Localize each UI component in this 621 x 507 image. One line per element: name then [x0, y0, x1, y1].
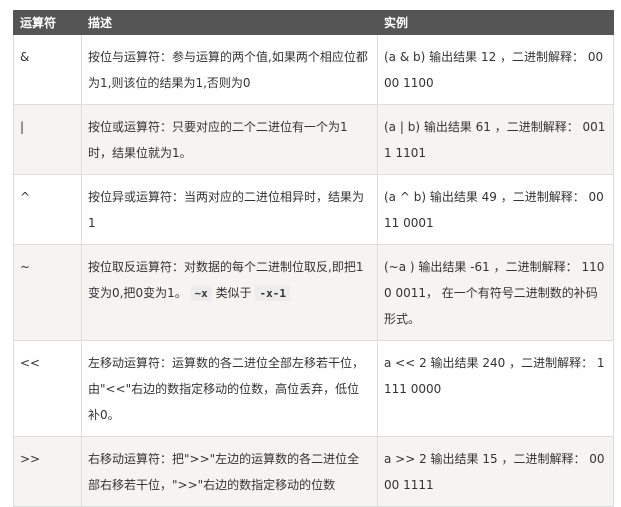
header-operator: 运算符 — [13, 10, 82, 35]
operator-cell: >> — [13, 436, 82, 507]
description-cell: 按位取反运算符：对数据的每个二进制位取反,即把1变为0,把0变为1。 ~x 类似… — [81, 244, 378, 341]
table-row: >> 右移动运算符：把">>"左边的运算数的各二进位全部右移若干位，">>"右边… — [13, 436, 614, 507]
table-header-row: 运算符 描述 实例 — [13, 10, 614, 35]
operator-cell: & — [13, 34, 82, 105]
bitwise-operators-table: 运算符 描述 实例 & 按位与运算符：参与运算的两个值,如果两个相应位都为1,则… — [13, 10, 614, 507]
example-cell: a >> 2 输出结果 15 ，二进制解释： 0000 1111 — [377, 436, 614, 507]
description-cell: 左移动运算符：运算数的各二进位全部左移若干位，由"<<"右边的数指定移动的位数，… — [81, 340, 378, 437]
description-text: 类似于 — [215, 286, 252, 300]
example-cell: (a & b) 输出结果 12 ，二进制解释： 0000 1100 — [377, 34, 614, 105]
operator-cell: ~ — [13, 244, 82, 341]
example-cell: (a ^ b) 输出结果 49 ，二进制解释： 0011 0001 — [377, 174, 614, 245]
operators-table-container: 运算符 描述 实例 & 按位与运算符：参与运算的两个值,如果两个相应位都为1,则… — [13, 10, 614, 507]
header-example: 实例 — [377, 10, 614, 35]
inline-code: -x-1 — [255, 286, 290, 301]
inline-code: ~x — [190, 286, 212, 301]
table-row: & 按位与运算符：参与运算的两个值,如果两个相应位都为1,则该位的结果为1,否则… — [13, 34, 614, 105]
table-row: << 左移动运算符：运算数的各二进位全部左移若干位，由"<<"右边的数指定移动的… — [13, 340, 614, 437]
table-row: | 按位或运算符：只要对应的二个二进位有一个为1时，结果位就为1。 (a | b… — [13, 104, 614, 175]
table-row: ^ 按位异或运算符：当两对应的二进位相异时，结果为1 (a ^ b) 输出结果 … — [13, 174, 614, 245]
example-cell: (a | b) 输出结果 61 ，二进制解释： 0011 1101 — [377, 104, 614, 175]
table-row: ~ 按位取反运算符：对数据的每个二进制位取反,即把1变为0,把0变为1。 ~x … — [13, 244, 614, 341]
example-cell: a << 2 输出结果 240 ，二进制解释： 1111 0000 — [377, 340, 614, 437]
description-cell: 按位或运算符：只要对应的二个二进位有一个为1时，结果位就为1。 — [81, 104, 378, 175]
operator-cell: << — [13, 340, 82, 437]
operator-cell: ^ — [13, 174, 82, 245]
description-cell: 按位异或运算符：当两对应的二进位相异时，结果为1 — [81, 174, 378, 245]
example-cell: (~a ) 输出结果 -61 ，二进制解释： 1100 0011， 在一个有符号… — [377, 244, 614, 341]
header-description: 描述 — [81, 10, 378, 35]
operator-cell: | — [13, 104, 82, 175]
description-cell: 右移动运算符：把">>"左边的运算数的各二进位全部右移若干位，">>"右边的数指… — [81, 436, 378, 507]
description-cell: 按位与运算符：参与运算的两个值,如果两个相应位都为1,则该位的结果为1,否则为0 — [81, 34, 378, 105]
